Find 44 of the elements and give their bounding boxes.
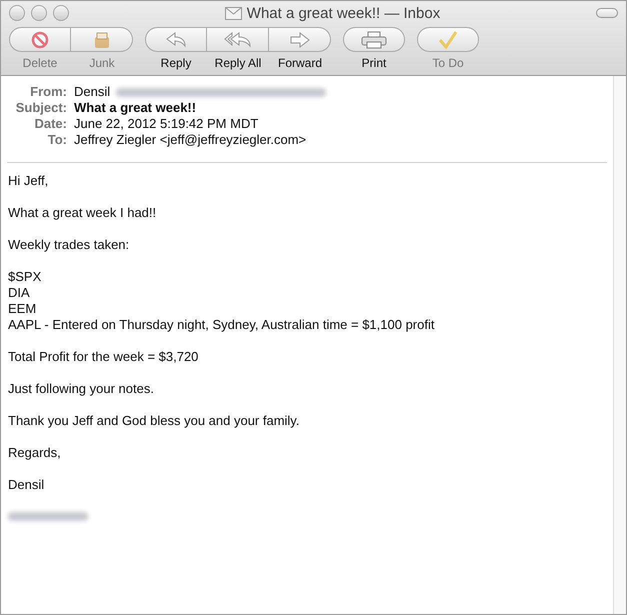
header-value: Jeffrey Ziegler <jeff@jeffreyziegler.com>: [74, 132, 306, 148]
header-label: From:: [29, 84, 67, 100]
header-value: Densil: [74, 84, 110, 100]
header-label: To:: [46, 132, 67, 148]
body-text: Just following your notes.: [8, 381, 155, 397]
printer-icon: [361, 30, 387, 48]
toolbar-label: Forward: [278, 56, 322, 70]
toolbar-label: Junk: [89, 56, 115, 70]
forward-arrow-icon: [288, 32, 310, 48]
body-text: Densil: [8, 477, 46, 493]
checkmark-icon: [438, 30, 458, 50]
header-label: Date:: [33, 116, 67, 132]
body-text: Weekly trades taken:: [8, 237, 130, 253]
body-text: Total Profit for the week = $3,720: [8, 349, 200, 365]
toolbar-button[interactable]: [269, 27, 331, 52]
scrollbar[interactable]: [613, 76, 626, 614]
toolbar-button[interactable]: [343, 27, 405, 52]
window-title: What a great week!! — Inbox: [246, 4, 440, 22]
body-text: Hi Jeff,: [8, 173, 50, 189]
body-text: Regards,: [8, 445, 62, 461]
close-button[interactable]: [9, 5, 25, 21]
header-value: What a great week!!: [74, 100, 196, 116]
envelope-icon: [224, 6, 242, 20]
toolbar-label: Reply All: [214, 56, 262, 70]
toolbar-label: Delete: [22, 56, 58, 70]
toolbar-button[interactable]: [207, 27, 269, 52]
body-text: DIA: [8, 285, 31, 301]
minimize-button[interactable]: [31, 5, 47, 21]
toolbar-label: Print: [362, 56, 386, 70]
header-label: Subject:: [14, 100, 67, 116]
toolbar-toggle-button[interactable]: [596, 8, 618, 18]
body-text: EEM: [8, 301, 38, 317]
body-text: Thank you Jeff and God bless you and your family.: [8, 413, 300, 429]
zoom-button[interactable]: [53, 5, 69, 21]
body-text: What a great week I had!!: [8, 205, 158, 221]
body-text: $SPX: [8, 269, 42, 285]
reply-arrow-icon: [165, 32, 187, 48]
toolbar-label: Reply: [160, 56, 192, 70]
reply-all-arrow-icon: [224, 32, 252, 48]
toolbar-button[interactable]: [145, 27, 207, 52]
toolbar-label: To Do: [432, 56, 464, 70]
prohibited-icon: [31, 30, 49, 48]
body-text: AAPL - Entered on Thursday night, Sydney, Australian time = $1,100 profit: [8, 317, 436, 333]
header-value: June 22, 2012 5:19:42 PM MDT: [74, 116, 258, 132]
